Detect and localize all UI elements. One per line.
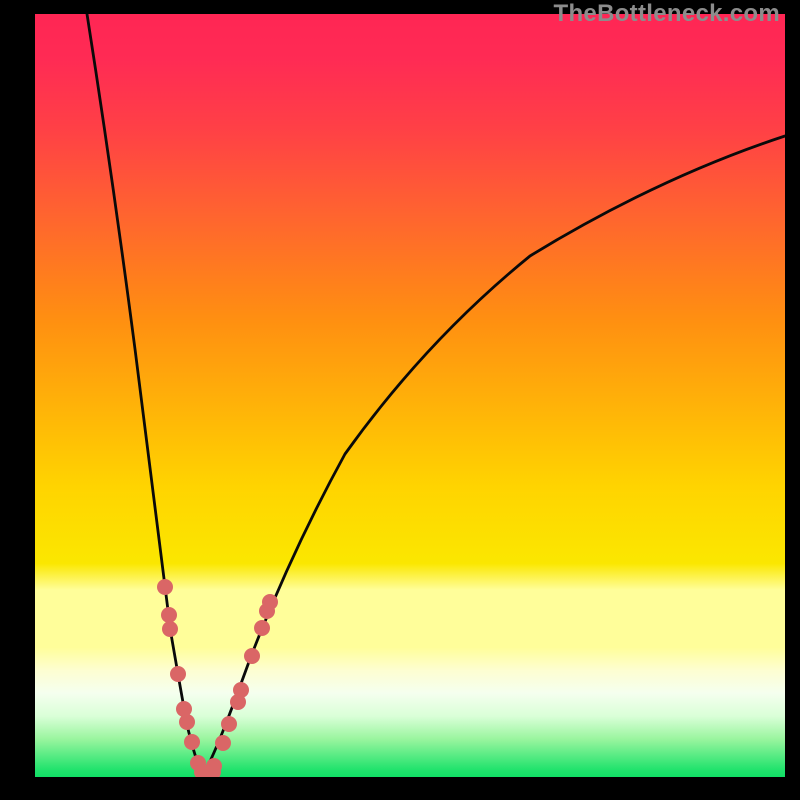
highlight-dot [233,682,249,698]
highlight-dot [161,607,177,623]
highlight-dot [179,714,195,730]
chart-frame: TheBottleneck.com [0,0,800,800]
highlight-dot [244,648,260,664]
highlight-dot [221,716,237,732]
highlight-dot [170,666,186,682]
highlight-dot [157,579,173,595]
highlight-dot [215,735,231,751]
highlight-dot [262,594,278,610]
right-branch [203,136,785,775]
highlight-dot [162,621,178,637]
curve-layer [35,14,785,777]
left-branch [87,14,203,775]
highlight-dot [206,758,222,774]
plot-area [35,14,785,777]
highlight-dot [184,734,200,750]
watermark-text: TheBottleneck.com [554,0,780,28]
highlight-dot [254,620,270,636]
